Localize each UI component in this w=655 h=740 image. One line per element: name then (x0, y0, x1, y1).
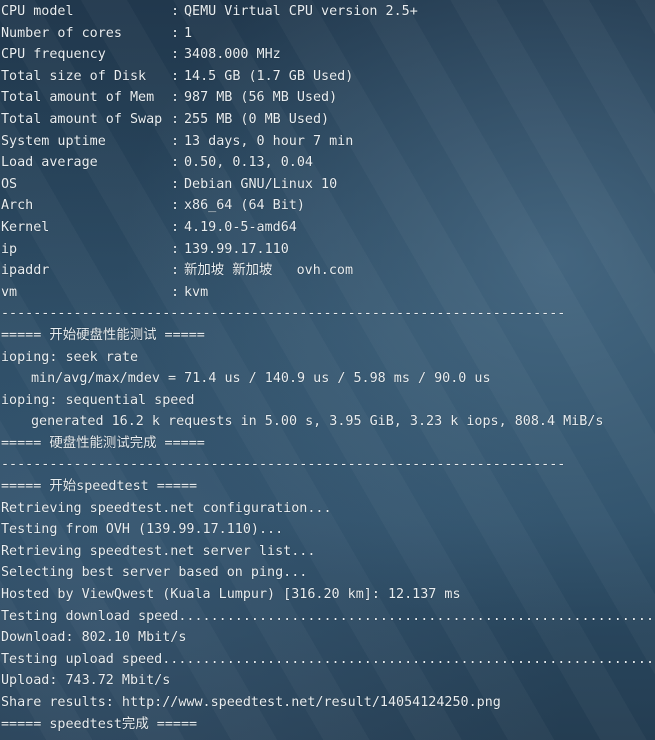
speedtest-line: Hosted by ViewQwest (Kuala Lumpur) [316.… (1, 587, 461, 603)
sysinfo-row: Total size of Disk:14.5 GB (1.7 GB Used) (0, 66, 655, 88)
colon-separator: : (171, 4, 180, 19)
sysinfo-value: 3408.000 MHz (184, 47, 281, 63)
colon-separator: : (171, 219, 180, 235)
colon-separator: : (171, 25, 180, 41)
sysinfo-value: 255 MB (0 MB Used) (184, 111, 330, 127)
sysinfo-row: Arch: x86_64 (64 Bit) (0, 195, 655, 217)
sysinfo-row: CPU model: QEMU Virtual CPU version 2.5+ (0, 1, 655, 23)
sysinfo-value: 13 days, 0 hour 7 min (184, 133, 354, 149)
sysinfo-value: kvm (184, 284, 209, 300)
sysinfo-row: CPU frequency:3408.000 MHz (0, 44, 655, 66)
sysinfo-value: x86_64 (64 Bit) (184, 198, 305, 214)
sysinfo-key: System uptime (1, 133, 106, 149)
sysinfo-value: 987 MB (56 MB Used) (184, 90, 338, 106)
sysinfo-key: OS (1, 176, 18, 192)
sysinfo-value: 14.5 GB (1.7 GB Used) (184, 68, 354, 84)
sysinfo-row: Number of cores:1 (0, 23, 655, 45)
sysinfo-key: Total amount of Swap (1, 111, 163, 127)
sysinfo-value: Debian GNU/Linux 10 (184, 176, 338, 192)
sysinfo-key: CPU frequency (1, 47, 106, 63)
speedtest-line: Testing download speed..................… (1, 608, 655, 624)
system-info-block: CPU model: QEMU Virtual CPU version 2.5+ N… (0, 1, 655, 303)
speedtest-line: Upload: 743.72 Mbit/s (1, 673, 171, 689)
sysinfo-key: Total size of Disk (1, 68, 147, 84)
sysinfo-row: OS: Debian GNU/Linux 10 (0, 174, 655, 196)
sysinfo-key: vm (1, 284, 18, 300)
sysinfo-key: ip (1, 241, 18, 257)
disk-test-footer: ===== 硬盘性能测试完成 ===== (1, 435, 205, 451)
sysinfo-value: 1 (184, 25, 193, 41)
ioping-seq-label: ioping: sequential speed (1, 392, 195, 408)
colon-separator: : (171, 68, 180, 84)
sysinfo-key: CPU model (1, 4, 74, 19)
sysinfo-row: vm: kvm (0, 282, 655, 304)
sysinfo-value: QEMU Virtual CPU version 2.5+ (184, 4, 418, 19)
colon-separator: : (171, 263, 180, 279)
speedtest-line: Testing upload speed....................… (1, 651, 655, 667)
terminal-window[interactable]: CPU model: QEMU Virtual CPU version 2.5+ N… (0, 0, 655, 740)
speedtest-line: Download: 802.10 Mbit/s (1, 630, 187, 646)
separator-line: ----------------------------------------… (1, 306, 566, 322)
ioping-seq-value: generated 16.2 k requests in 5.00 s, 3.9… (31, 414, 604, 430)
sysinfo-row: System uptime:13 days, 0 hour 7 min (0, 131, 655, 153)
disk-test-header: ===== 开始硬盘性能测试 ===== (1, 327, 205, 343)
sysinfo-key: Kernel (1, 219, 50, 235)
sysinfo-row: Total amount of Mem:987 MB (56 MB Used) (0, 87, 655, 109)
colon-separator: : (171, 133, 180, 149)
sysinfo-value: 4.19.0-5-amd64 (184, 219, 297, 235)
sysinfo-row: ipaddr: 新加坡 新加坡 ovh.com (0, 260, 655, 282)
colon-separator: : (171, 47, 180, 63)
colon-separator: : (171, 111, 180, 127)
colon-separator: : (171, 90, 180, 106)
disk-test-block: ===== 开始硬盘性能测试 ===== ioping: seek rate m… (0, 325, 655, 455)
sysinfo-key: Total amount of Mem (1, 90, 155, 106)
sysinfo-row: Load average:0.50, 0.13, 0.04 (0, 152, 655, 174)
sysinfo-key: Number of cores (1, 25, 122, 41)
sysinfo-row: ip:139.99.17.110 (0, 239, 655, 261)
speedtest-line: Share results: http://www.speedtest.net/… (1, 695, 501, 710)
sysinfo-key: ipaddr (1, 263, 50, 279)
speedtest-line: Testing from OVH (139.99.17.110)... (1, 522, 284, 538)
colon-separator: : (171, 176, 180, 192)
speedtest-line: Selecting best server based on ping... (1, 565, 308, 581)
speedtest-block: ===== 开始speedtest ===== Retrieving speed… (0, 476, 655, 735)
speedtest-line: Retrieving speedtest.net configuration..… (1, 500, 332, 516)
speedtest-output: Retrieving speedtest.net configuration..… (0, 498, 655, 714)
ioping-seek-value: min/avg/max/mdev = 71.4 us / 140.9 us / … (31, 371, 491, 387)
colon-separator: : (171, 155, 180, 171)
colon-separator: : (171, 284, 180, 300)
speedtest-line: Retrieving speedtest.net server list... (1, 543, 316, 559)
sysinfo-value: 139.99.17.110 (184, 241, 289, 257)
sysinfo-key: Load average (1, 155, 98, 171)
ioping-seek-label: ioping: seek rate (1, 349, 139, 365)
colon-separator: : (171, 241, 180, 257)
sysinfo-row: Kernel:4.19.0-5-amd64 (0, 217, 655, 239)
sysinfo-value: 新加坡 新加坡 ovh.com (184, 263, 354, 279)
colon-separator: : (171, 198, 180, 214)
speedtest-footer: ===== speedtest完成 ===== (1, 716, 198, 732)
speedtest-header: ===== 开始speedtest ===== (1, 479, 198, 495)
sysinfo-value: 0.50, 0.13, 0.04 (184, 155, 313, 171)
separator-line: ----------------------------------------… (1, 457, 566, 473)
sysinfo-key: Arch (1, 198, 34, 214)
sysinfo-row: Total amount of Swap:255 MB (0 MB Used) (0, 109, 655, 131)
